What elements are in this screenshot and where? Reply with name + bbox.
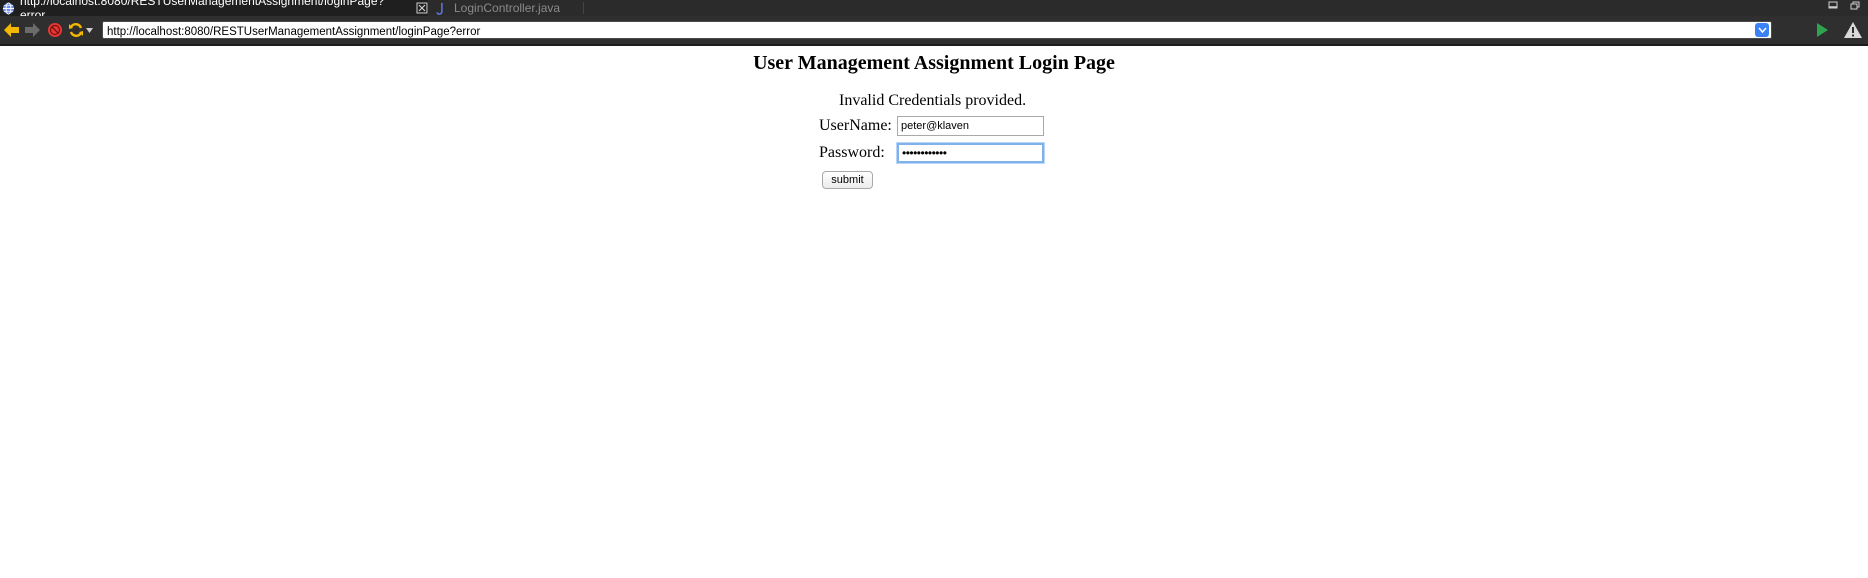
- username-label: UserName:: [819, 117, 892, 134]
- url-dropdown-button[interactable]: [1755, 23, 1769, 37]
- page-title: User Management Assignment Login Page: [753, 52, 1115, 74]
- java-file-icon: [436, 2, 443, 15]
- tab-label: LoginController.java: [454, 1, 561, 15]
- address-bar[interactable]: [102, 21, 1772, 40]
- back-icon: [3, 23, 19, 37]
- close-tab-icon[interactable]: [416, 2, 428, 14]
- tab-login-controller[interactable]: LoginController.java: [430, 0, 582, 16]
- url-input[interactable]: [103, 24, 1751, 40]
- warning-button[interactable]: [1843, 20, 1863, 40]
- error-message: Invalid Credentials provided.: [839, 92, 1027, 109]
- back-button[interactable]: [1, 20, 21, 40]
- minimize-icon[interactable]: [1828, 1, 1838, 10]
- tab-divider: [583, 2, 584, 14]
- chevron-down-icon: [85, 27, 93, 33]
- run-button[interactable]: [1812, 20, 1832, 40]
- refresh-icon: [69, 23, 83, 37]
- tab-bar: http://localhost:8080/RESTUserManagement…: [0, 0, 1868, 22]
- globe-icon: [2, 1, 15, 15]
- run-icon: [1817, 23, 1828, 37]
- forward-icon: [24, 23, 40, 37]
- username-field[interactable]: [897, 116, 1044, 136]
- stop-icon: [48, 23, 62, 37]
- restore-icon[interactable]: [1850, 1, 1860, 10]
- forward-button[interactable]: [22, 20, 42, 40]
- stop-button[interactable]: [45, 20, 65, 40]
- tab-login-page[interactable]: http://localhost:8080/RESTUserManagement…: [0, 0, 428, 22]
- refresh-menu-button[interactable]: [84, 20, 94, 40]
- submit-button[interactable]: submit: [822, 171, 873, 189]
- refresh-button[interactable]: [66, 20, 86, 40]
- dropdown-icon: [1757, 27, 1767, 33]
- warning-icon: [1844, 22, 1862, 38]
- password-field[interactable]: [897, 143, 1044, 163]
- password-label: Password:: [819, 144, 885, 161]
- browser-toolbar: [0, 16, 1868, 46]
